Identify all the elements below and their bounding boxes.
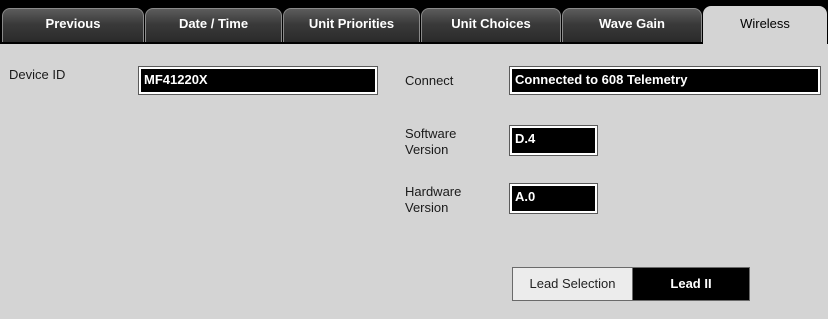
- software-version-label: Software Version: [405, 126, 456, 158]
- lead-selection-control: Lead Selection Lead II: [512, 267, 750, 301]
- tab-wave-gain[interactable]: Wave Gain: [562, 8, 702, 42]
- connect-status-field[interactable]: Connected to 608 Telemetry: [509, 66, 821, 95]
- software-version-field: D.4: [509, 125, 598, 156]
- connect-label: Connect: [405, 73, 454, 88]
- hardware-version-label-line1: Hardware: [405, 184, 462, 199]
- tab-date-time[interactable]: Date / Time: [145, 8, 282, 42]
- hardware-version-field: A.0: [509, 183, 598, 214]
- tab-bar: Previous Date / Time Unit Priorities Uni…: [0, 0, 828, 44]
- device-id-field[interactable]: MF41220X: [138, 66, 378, 95]
- wireless-settings-panel: Previous Date / Time Unit Priorities Uni…: [0, 0, 828, 319]
- lead-selection-button[interactable]: Lead II: [633, 268, 749, 300]
- lead-selection-label: Lead Selection: [513, 268, 633, 300]
- software-version-label-line1: Software: [405, 126, 457, 141]
- hardware-version-label: Hardware Version: [405, 184, 461, 216]
- tab-wireless[interactable]: Wireless: [703, 6, 827, 44]
- software-version-label-line2: Version: [405, 142, 449, 157]
- tab-previous[interactable]: Previous: [2, 8, 144, 42]
- tab-unit-priorities[interactable]: Unit Priorities: [283, 8, 420, 42]
- tab-unit-choices[interactable]: Unit Choices: [421, 8, 561, 42]
- hardware-version-label-line2: Version: [405, 200, 449, 215]
- device-id-label: Device ID: [9, 67, 66, 82]
